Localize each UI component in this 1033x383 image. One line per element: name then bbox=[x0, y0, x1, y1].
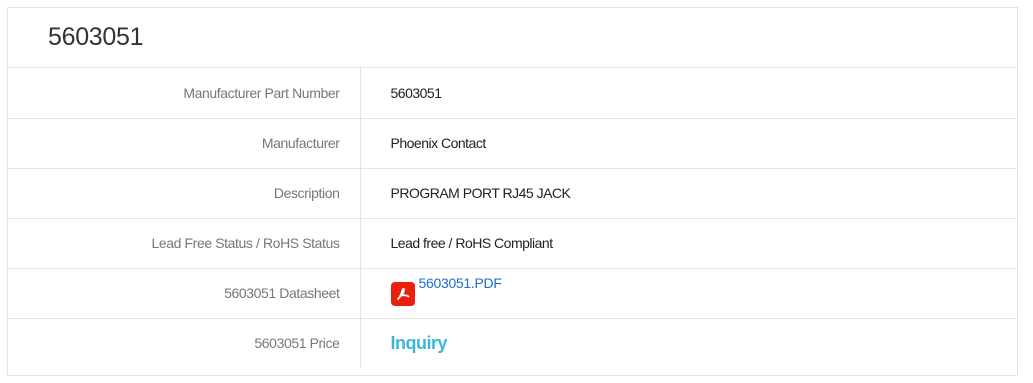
row-label-manufacturer: Manufacturer bbox=[8, 118, 361, 169]
pdf-icon bbox=[390, 281, 415, 306]
row-value-rohs-status: Lead free / RoHS Compliant bbox=[360, 218, 1017, 269]
row-label-part-number: Manufacturer Part Number bbox=[8, 68, 361, 119]
row-value-description: PROGRAM PORT RJ45 JACK bbox=[360, 168, 1017, 219]
table-row: 5603051 Price Inquiry bbox=[8, 318, 1017, 368]
row-label-description: Description bbox=[8, 168, 361, 219]
row-label-datasheet: 5603051 Datasheet bbox=[8, 268, 361, 319]
product-panel: 5603051 Manufacturer Part Number 5603051… bbox=[7, 7, 1018, 376]
table-row: Lead Free Status / RoHS Status Lead free… bbox=[8, 218, 1017, 269]
row-label-price: 5603051 Price bbox=[8, 318, 361, 368]
datasheet-link[interactable]: 5603051.PDF bbox=[390, 274, 502, 306]
table-row: Description PROGRAM PORT RJ45 JACK bbox=[8, 168, 1017, 219]
table-row: Manufacturer Phoenix Contact bbox=[8, 118, 1017, 169]
row-value-part-number: 5603051 bbox=[360, 68, 1017, 119]
spec-table: Manufacturer Part Number 5603051 Manufac… bbox=[8, 68, 1017, 368]
row-value-price: Inquiry bbox=[360, 318, 1017, 368]
row-value-manufacturer: Phoenix Contact bbox=[360, 118, 1017, 169]
table-row: Manufacturer Part Number 5603051 bbox=[8, 68, 1017, 119]
inquiry-link[interactable]: Inquiry bbox=[391, 333, 448, 353]
title-bar: 5603051 bbox=[8, 8, 1017, 68]
row-label-rohs-status: Lead Free Status / RoHS Status bbox=[8, 218, 361, 269]
table-row: 5603051 Datasheet 5603051.PDF bbox=[8, 268, 1017, 319]
row-value-datasheet: 5603051.PDF bbox=[360, 268, 1017, 319]
datasheet-filename: 5603051.PDF bbox=[418, 274, 502, 291]
product-title: 5603051 bbox=[48, 23, 144, 51]
